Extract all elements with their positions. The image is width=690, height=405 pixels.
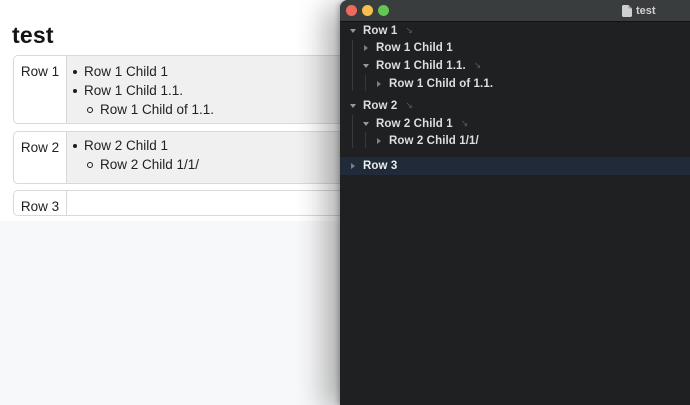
page-title: test	[12, 21, 54, 49]
bullet-disc-icon	[73, 89, 77, 93]
table-row-content	[67, 191, 357, 215]
table-row-label: Row 3	[14, 191, 67, 215]
close-button[interactable]	[346, 5, 357, 16]
list-item: Row 1 Child of 1.1.	[67, 100, 357, 119]
disclosure-triangle-icon[interactable]	[362, 45, 370, 51]
disclosure-triangle-icon[interactable]	[362, 122, 370, 126]
table-row-label: Row 1	[14, 56, 67, 123]
outline-row-row3[interactable]: Row 3	[340, 157, 690, 175]
screen: test Row 1 Row 1 Child 1 Row 1 Child 1.1…	[0, 0, 690, 405]
indent-guide	[365, 132, 366, 148]
table-row: Row 2 Row 2 Child 1 Row 2 Child 1/1/	[13, 131, 358, 184]
focus-arrow-icon[interactable]: ↘	[405, 101, 413, 110]
document-icon	[622, 5, 632, 17]
indent-guide	[352, 40, 353, 91]
bullet-disc-icon	[73, 144, 77, 148]
zoom-button[interactable]	[378, 5, 389, 16]
disclosure-triangle-icon[interactable]	[362, 64, 370, 68]
disclosure-triangle-icon[interactable]	[375, 138, 383, 144]
bullet-circle-icon	[87, 107, 93, 113]
list-item: Row 1 Child 1.1.	[67, 81, 357, 100]
window-titlebar[interactable]: test	[340, 0, 690, 22]
outline-row-label: Row 2 Child 1/1/	[389, 135, 479, 147]
disclosure-triangle-icon[interactable]	[349, 29, 357, 33]
list-item: Row 2 Child 1	[67, 136, 357, 155]
disclosure-triangle-icon[interactable]	[375, 81, 383, 87]
list-item-text: Row 1 Child of 1.1.	[100, 102, 214, 117]
list-item-text: Row 1 Child 1.1.	[84, 83, 183, 98]
indent-guide	[365, 75, 366, 91]
list-item-text: Row 2 Child 1/1/	[100, 157, 199, 172]
outline-row-row1-child11[interactable]: Row 1 Child 1.1. ↘	[340, 57, 690, 75]
bullet-disc-icon	[73, 70, 77, 74]
minimize-button[interactable]	[362, 5, 373, 16]
bullet-circle-icon	[87, 162, 93, 168]
table-row-label: Row 2	[14, 132, 67, 183]
traffic-lights	[346, 0, 389, 21]
outline-tree: Row 1 ↘ Row 1 Child 1 Row 1 Child 1.1. ↘…	[340, 22, 690, 175]
window-title: test	[622, 0, 656, 21]
window-title-text: test	[636, 5, 656, 17]
outline-row-row2-child11[interactable]: Row 2 Child 1/1/	[340, 132, 690, 150]
table-row-content: Row 1 Child 1 Row 1 Child 1.1. Row 1 Chi…	[67, 56, 357, 123]
disclosure-triangle-icon[interactable]	[349, 163, 357, 169]
table-row: Row 3	[13, 190, 358, 216]
outline-row-label: Row 2	[363, 100, 397, 112]
outline-row-label: Row 1 Child of 1.1.	[389, 78, 493, 90]
outline-row-row1-childof11[interactable]: Row 1 Child of 1.1.	[340, 75, 690, 93]
disclosure-triangle-icon[interactable]	[349, 104, 357, 108]
outline-row-row2-child1[interactable]: Row 2 Child 1 ↘	[340, 115, 690, 133]
outline-row-label: Row 1 Child 1.1.	[376, 60, 466, 72]
focus-arrow-icon[interactable]: ↘	[461, 119, 469, 128]
indent-guide	[352, 115, 353, 148]
list-item: Row 1 Child 1	[67, 62, 357, 81]
outline-row-label: Row 1	[363, 25, 397, 37]
list-item-text: Row 2 Child 1	[84, 138, 168, 153]
focus-arrow-icon[interactable]: ↘	[474, 61, 482, 70]
list-item: Row 2 Child 1/1/	[67, 155, 357, 174]
outliner-window: test Row 1 ↘ Row 1 Child 1 Row 1 Child 1…	[340, 0, 690, 405]
outline-row-row1-child1[interactable]: Row 1 Child 1	[340, 40, 690, 58]
outline-row-label: Row 1 Child 1	[376, 42, 453, 54]
outline-row-row1[interactable]: Row 1 ↘	[340, 22, 690, 40]
outline-row-label: Row 2 Child 1	[376, 118, 453, 130]
list-item-text: Row 1 Child 1	[84, 64, 168, 79]
focus-arrow-icon[interactable]: ↘	[405, 26, 413, 35]
table-row: Row 1 Row 1 Child 1 Row 1 Child 1.1. Row…	[13, 55, 358, 124]
table-row-content: Row 2 Child 1 Row 2 Child 1/1/	[67, 132, 357, 183]
outline-row-row2[interactable]: Row 2 ↘	[340, 97, 690, 115]
outline-row-label: Row 3	[363, 160, 397, 172]
